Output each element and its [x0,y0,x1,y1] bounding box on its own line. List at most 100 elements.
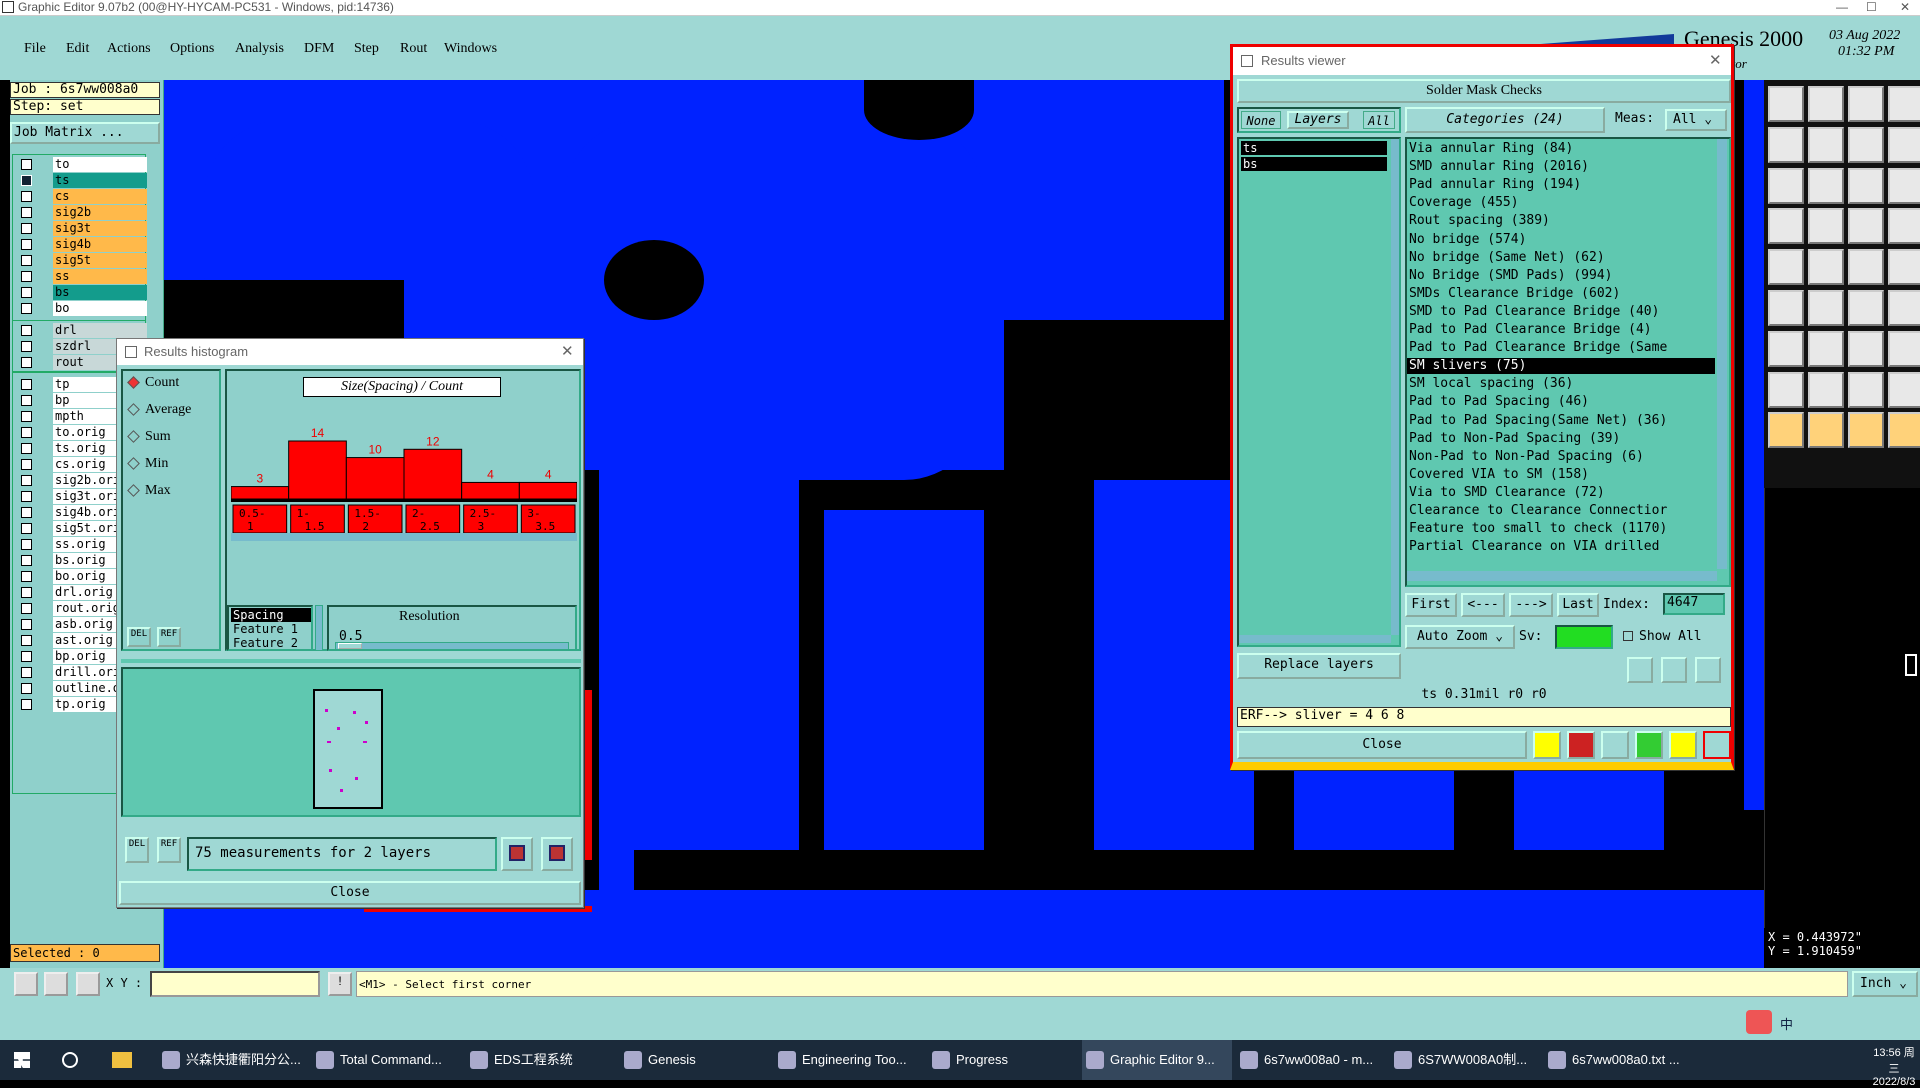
ime-logo-icon[interactable] [1746,1010,1772,1034]
layer-row[interactable]: sig2b [17,205,147,220]
category-item[interactable]: Coverage (455) [1407,195,1715,211]
tool-icon[interactable] [1888,290,1920,326]
menu-step[interactable]: Step [354,41,379,57]
taskbar-item[interactable]: 6S7WW008A0制... [1390,1040,1540,1080]
category-item[interactable]: SM slivers (75) [1407,358,1715,375]
file-explorer-icon[interactable] [112,1052,132,1068]
menu-options[interactable]: Options [170,41,214,57]
units-select[interactable]: Inch ⌄ [1852,971,1918,997]
del-button[interactable]: DEL [127,627,151,647]
category-item[interactable]: No bridge (574) [1407,232,1715,248]
tool-icon[interactable] [1888,126,1920,163]
tool-icon[interactable] [1848,371,1884,408]
taskbar-item[interactable]: Genesis [620,1040,770,1080]
tool-icon[interactable] [1768,249,1804,286]
category-item[interactable]: SM local spacing (36) [1407,376,1715,392]
category-item[interactable]: Covered VIA to SM (158) [1407,467,1715,483]
del-button[interactable]: DEL [125,837,149,863]
tool-icon[interactable] [1808,371,1844,408]
layer-checkbox[interactable] [21,635,32,646]
menu-file[interactable]: File [24,41,46,57]
category-item[interactable]: No bridge (Same Net) (62) [1407,250,1715,266]
tool-icon[interactable] [1848,86,1884,122]
tab-all[interactable]: All [1363,111,1395,129]
layer-checkbox[interactable] [21,191,32,202]
histogram-bar[interactable] [518,481,577,500]
layer-checkbox[interactable] [21,683,32,694]
close-icon[interactable]: ✕ [561,342,574,360]
layer-checkbox[interactable] [21,287,32,298]
board-preview[interactable] [313,689,383,809]
menu-actions[interactable]: Actions [107,41,151,57]
tool-icon[interactable] [1808,330,1844,367]
layer-checkbox[interactable] [21,475,32,486]
last-button[interactable]: Last [1557,593,1599,617]
close-window-button[interactable]: ✕ [1900,0,1910,14]
layer-checkbox[interactable] [21,427,32,438]
grid-tool-icon[interactable] [76,972,100,996]
layer-checkbox[interactable] [21,395,32,406]
category-item[interactable]: SMD to Pad Clearance Bridge (40) [1407,304,1715,320]
spacing-item[interactable]: Feature 2 [231,636,311,650]
taskbar-item[interactable]: EDS工程系统 [466,1040,616,1080]
export-icon[interactable] [501,837,533,871]
category-item[interactable]: Rout spacing (389) [1407,213,1715,229]
category-list[interactable]: Via annular Ring (84) SMD annular Ring (2… [1405,137,1731,587]
layer-row[interactable]: sig4b [17,237,147,252]
layer-row[interactable]: bo [17,301,147,316]
tool-icon[interactable] [1768,371,1804,408]
maximize-button[interactable]: ☐ [1866,0,1877,14]
category-item[interactable]: Pad to Pad Clearance Bridge (Same [1407,340,1715,356]
layer-checkbox[interactable] [21,303,32,314]
auto-zoom-select[interactable]: Auto Zoom ⌄ [1405,625,1515,649]
layer-checkbox[interactable] [21,603,32,614]
layer-row[interactable]: ts [17,173,147,188]
taskbar-item[interactable]: Engineering Too... [774,1040,924,1080]
minimize-button[interactable]: — [1836,0,1848,14]
taskbar-item[interactable]: 6s7ww008a0.txt ... [1544,1040,1694,1080]
category-scrollbar[interactable] [1717,139,1727,569]
layer-row[interactable]: to [17,157,147,172]
layer-checkbox[interactable] [21,255,32,266]
sv-color-select[interactable] [1555,625,1613,649]
tool-icon[interactable] [1808,208,1844,245]
tool-icon[interactable] [1808,290,1844,326]
tool-icon[interactable] [1848,208,1884,245]
measure-tool-icon[interactable] [44,972,68,996]
mode-option[interactable]: Average [127,400,217,420]
category-item[interactable]: Clearance to Clearance Connectior [1407,503,1715,519]
alert-icon[interactable]: ! [328,972,352,996]
menu-analysis[interactable]: Analysis [235,41,284,57]
category-item[interactable]: Pad to Pad Spacing (46) [1407,394,1715,410]
tool-icon[interactable] [1808,86,1844,122]
drill-layer-row[interactable]: drl [17,323,147,338]
tool-icon[interactable] [1808,249,1844,286]
select-tool-icon[interactable] [14,972,38,996]
spacing-scrollbar[interactable] [315,605,323,651]
tool-icon[interactable] [1888,249,1920,286]
category-item[interactable]: Non-Pad to Non-Pad Spacing (6) [1407,449,1715,465]
tool-icon[interactable] [1848,126,1884,163]
tool-icon[interactable] [1808,412,1844,449]
tab-none[interactable]: None [1241,111,1281,129]
layer-checkbox[interactable] [21,555,32,566]
show-all-checkbox[interactable] [1623,631,1633,641]
ref-button[interactable]: REF [157,627,181,647]
layer-checkbox[interactable] [21,325,32,336]
mark-icon[interactable] [1567,731,1595,759]
taskbar-item[interactable]: Graphic Editor 9... [1082,1040,1232,1080]
taskbar-item[interactable]: 6s7ww008a0 - m... [1236,1040,1386,1080]
menu-windows[interactable]: Windows [444,41,497,57]
menu-rout[interactable]: Rout [400,41,427,57]
tool-icon[interactable] [1768,126,1804,163]
layer-checkbox[interactable] [21,379,32,390]
tab-layers[interactable]: Layers [1287,111,1349,129]
histogram-close-button[interactable]: Close [119,881,581,905]
radio-icon[interactable] [127,403,140,416]
layer-checkbox[interactable] [21,539,32,550]
histogram-bar[interactable] [461,481,520,500]
tool-icon[interactable] [1768,167,1804,204]
result-layer-list[interactable]: ts bs [1237,137,1401,647]
result-layer-item[interactable]: ts [1241,141,1387,155]
category-item[interactable]: Pad to Pad Clearance Bridge (4) [1407,322,1715,338]
